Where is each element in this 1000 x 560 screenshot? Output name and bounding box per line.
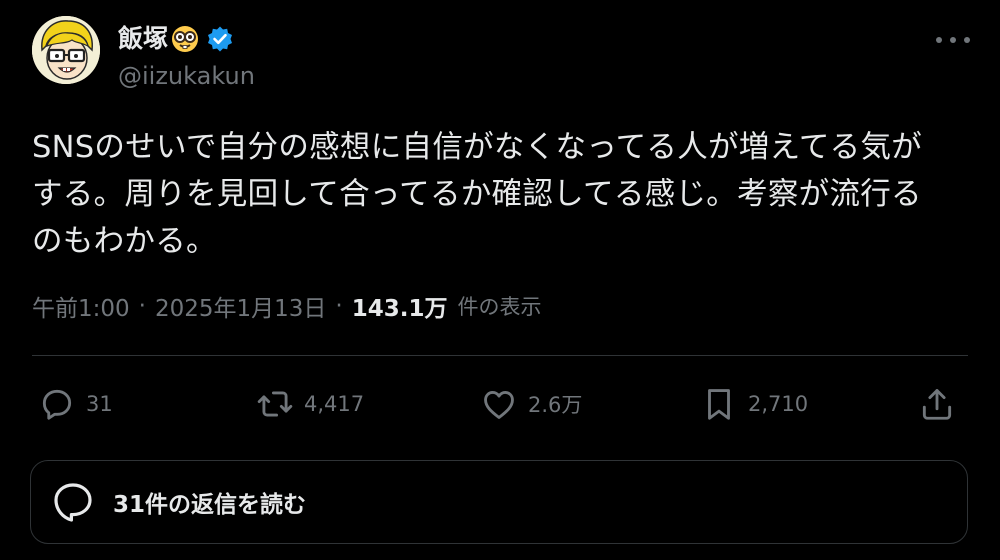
reply-button[interactable]: 31: [38, 382, 113, 426]
meta-separator: ·: [335, 293, 343, 319]
read-replies-label: 31件の返信を読む: [113, 492, 307, 518]
bookmark-count: 2,710: [748, 392, 809, 416]
tweet-meta: 午前1:00 · 2025年1月13日 · 143.1万 件の表示: [32, 286, 541, 326]
more-options-button[interactable]: [936, 28, 970, 52]
share-icon: [922, 389, 952, 420]
views-count[interactable]: 143.1万: [352, 289, 448, 323]
read-replies-button[interactable]: 31件の返信を読む: [30, 460, 968, 544]
retweet-icon: [257, 391, 293, 417]
verified-badge-icon: [208, 26, 233, 52]
chat-bubble-icon: [54, 483, 92, 522]
reply-count: 31: [86, 392, 113, 416]
divider: [32, 355, 968, 356]
dot-icon: [936, 37, 942, 43]
author-handle[interactable]: @iizukakun: [118, 60, 255, 92]
display-name[interactable]: 飯塚: [118, 22, 168, 56]
nerd-face-icon: [172, 26, 199, 52]
bookmark-button[interactable]: 2,710: [700, 382, 808, 426]
avatar[interactable]: [32, 16, 100, 84]
bookmark-icon: [708, 389, 730, 420]
dot-icon: [950, 37, 956, 43]
share-button[interactable]: [918, 382, 956, 426]
tweet-detail: 飯塚 @iizukakun SNSのせいで自分の感想に自信がなくなってる人が増え…: [0, 0, 1000, 560]
heart-icon: [484, 391, 514, 419]
like-button[interactable]: 2.6万: [480, 382, 582, 426]
author-name-row[interactable]: 飯塚: [118, 22, 234, 56]
avatar-cartoon-icon: [32, 16, 100, 84]
meta-separator: ·: [138, 293, 146, 319]
retweet-count: 4,417: [304, 392, 365, 416]
dot-icon: [964, 37, 970, 43]
tweet-date[interactable]: 2025年1月13日: [155, 289, 326, 323]
retweet-button[interactable]: 4,417: [256, 382, 364, 426]
tweet-text: SNSのせいで自分の感想に自信がなくなってる人が増えてる気が する。周りを見回し…: [32, 130, 923, 259]
views-label: 件の表示: [457, 295, 542, 319]
reply-icon: [42, 389, 72, 420]
tweet-time[interactable]: 午前1:00: [32, 289, 130, 323]
like-count: 2.6万: [528, 393, 583, 417]
